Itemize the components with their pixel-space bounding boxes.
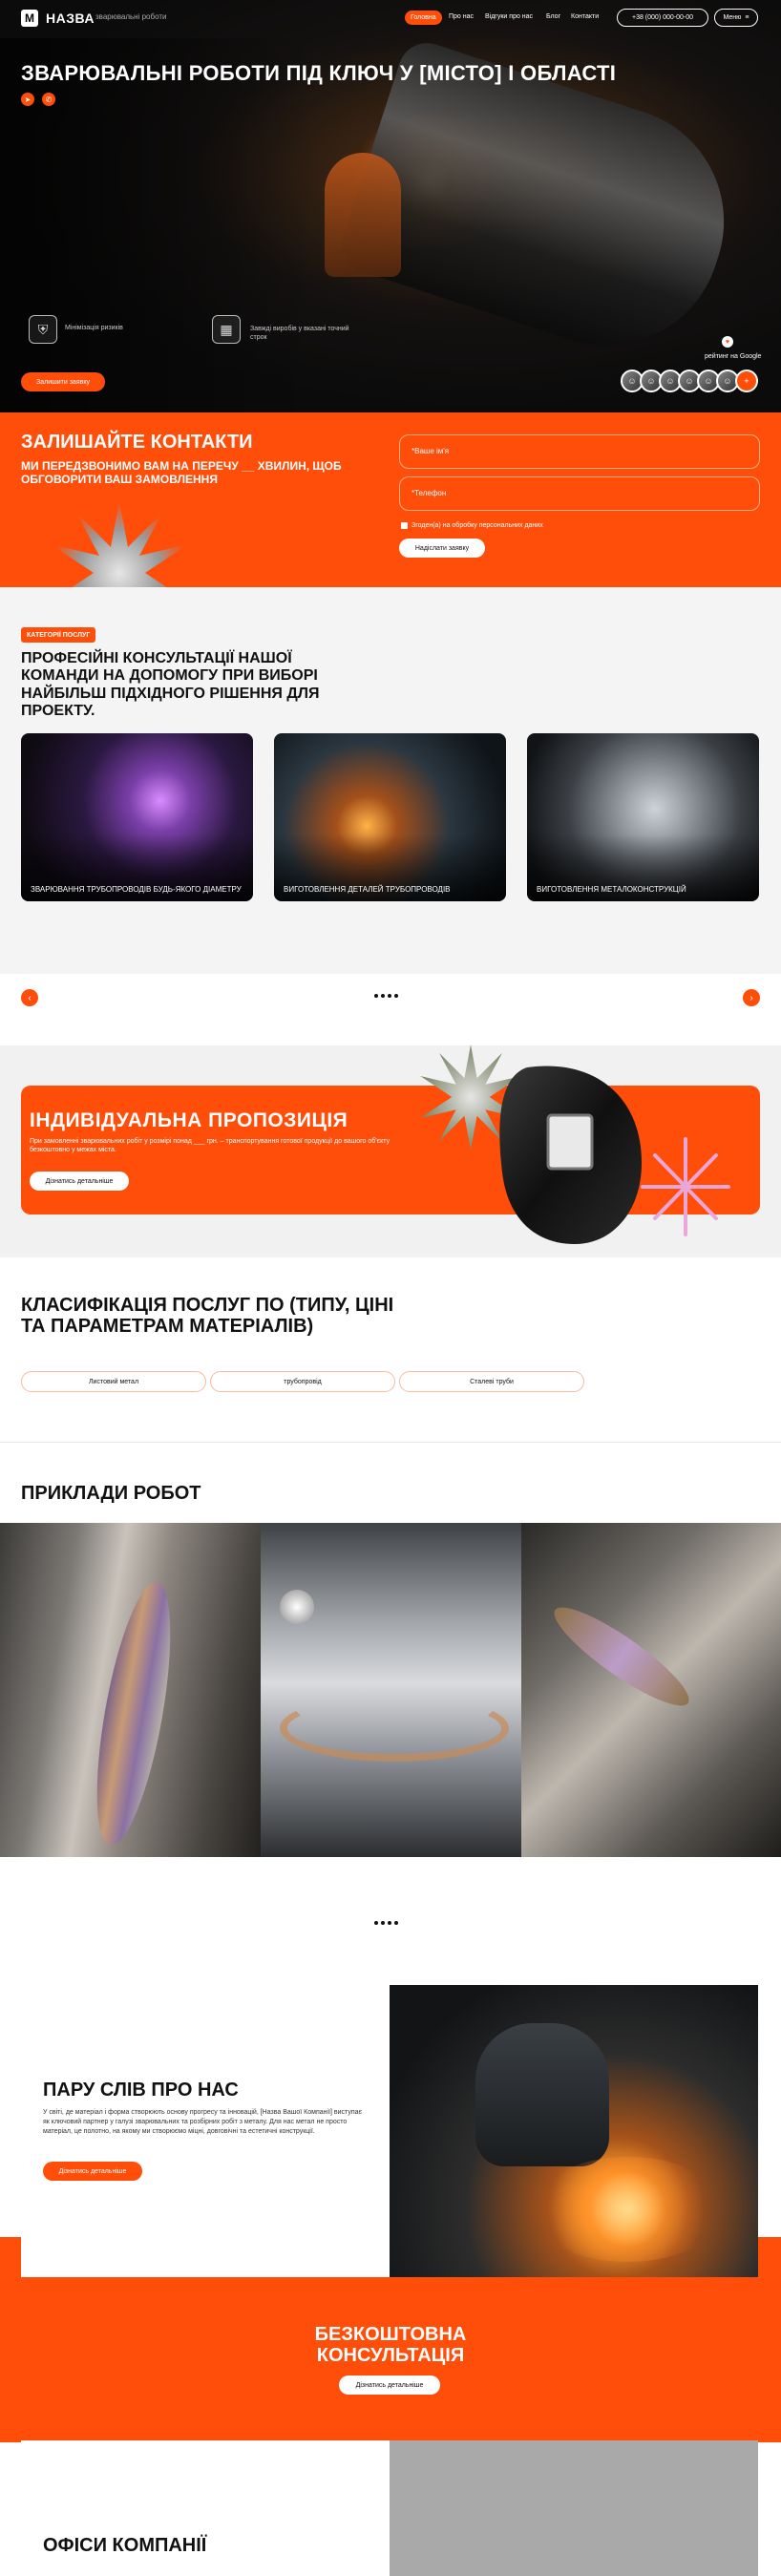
chip-pipeline[interactable]: трубопровід bbox=[210, 1371, 395, 1392]
offer-title: ІНДИВІДУАЛЬНА ПРОПОЗИЦІЯ bbox=[30, 1109, 348, 1131]
reviewer-avatars[interactable]: ☺ ☺ ☺ ☺ ☺ ☺ + bbox=[621, 370, 760, 394]
example-image[interactable] bbox=[261, 1523, 521, 1857]
category-badge: КАТЕГОРІЇ ПОСЛУГ bbox=[21, 627, 96, 643]
hero-worker-image bbox=[325, 153, 401, 277]
divider bbox=[0, 1442, 781, 1443]
phone-input[interactable]: *Телефон bbox=[399, 476, 760, 511]
whatsapp-icon[interactable]: ✆ bbox=[42, 93, 55, 106]
next-arrow-icon[interactable]: › bbox=[743, 989, 760, 1006]
carousel-dots[interactable] bbox=[374, 994, 398, 1002]
google-icon: ♥ bbox=[722, 336, 733, 348]
hero-title: ЗВАРЮВАЛЬНІ РОБОТИ ПІД КЛЮЧ У [МІСТО] І … bbox=[21, 61, 617, 85]
about-welder-image bbox=[390, 1985, 758, 2277]
consent-label: Згоден(а) на обробку персональних даних bbox=[412, 522, 543, 529]
chip-steel-pipes[interactable]: Сталеві труби bbox=[399, 1371, 584, 1392]
nav-contacts[interactable]: Контакти bbox=[571, 13, 599, 20]
example-image[interactable] bbox=[0, 1523, 261, 1857]
consult-title: БЕЗКОШТОВНА КОНСУЛЬТАЦІЯ bbox=[314, 2324, 467, 2366]
about-text: У світі, де матеріал і форма створюють о… bbox=[43, 2109, 363, 2136]
nav-about[interactable]: Про нас bbox=[449, 13, 474, 20]
nav-reviews[interactable]: Відгуки про нас bbox=[485, 13, 533, 20]
sparkle-icon bbox=[641, 1137, 730, 1236]
welding-helmet-image bbox=[499, 1066, 642, 1244]
offer-text: При замовленні зварювальних робіт у розм… bbox=[30, 1138, 390, 1154]
hero-feature-risk: Мінімізація ризиків bbox=[65, 325, 123, 331]
nav-blog[interactable]: Блог bbox=[546, 13, 560, 20]
menu-icon: ≡ bbox=[745, 14, 749, 21]
more-avatars-icon[interactable]: + bbox=[735, 370, 758, 392]
consult-details-button[interactable]: Дізнатись детальніше bbox=[339, 2375, 440, 2395]
service-card-caption: ВИГОТОВЛЕННЯ МЕТАЛОКОНСТРУКЦІЙ bbox=[537, 884, 686, 894]
phone-button[interactable]: +38 (000) 000-00-00 bbox=[617, 9, 708, 27]
hero-cta-button[interactable]: Залишити заявку bbox=[21, 372, 105, 391]
example-image[interactable] bbox=[521, 1523, 781, 1857]
service-card-pipeline-welding[interactable]: ЗВАРЮВАННЯ ТРУБОПРОВОДІВ БУДЬ-ЯКОГО ДІАМ… bbox=[21, 733, 253, 901]
submit-button[interactable]: Надіслати заявку bbox=[399, 538, 485, 558]
menu-button[interactable]: Меню ≡ bbox=[714, 9, 758, 27]
about-title: ПАРУ СЛІВ ПРО НАС bbox=[43, 2080, 239, 2101]
prev-arrow-icon[interactable]: ‹ bbox=[21, 989, 38, 1006]
offices-map[interactable] bbox=[390, 2440, 758, 2576]
consent-checkbox[interactable]: Згоден(а) на обробку персональних даних bbox=[401, 522, 543, 529]
classification-title: КЛАСИФІКАЦІЯ ПОСЛУГ ПО (ТИПУ, ЦІНІ ТА ПА… bbox=[21, 1295, 394, 1337]
contact-title: ЗАЛИШАЙТЕ КОНТАКТИ bbox=[21, 432, 253, 453]
rating-label: рейтинг на Google bbox=[705, 353, 762, 360]
hero-feature-deadline: Завжді виробів у вказані точний строк bbox=[250, 326, 349, 342]
risk-shield-icon: ⛨ bbox=[29, 315, 57, 344]
carousel-dots[interactable] bbox=[374, 1921, 398, 1929]
name-input[interactable]: *Ваше ім'я bbox=[399, 434, 760, 469]
services-title: ПРОФЕСІЙНІ КОНСУЛЬТАЦІЇ НАШОЇ КОМАНДИ НА… bbox=[21, 650, 320, 720]
offices-title: ОФІСИ КОМПАНІЇ bbox=[43, 2535, 207, 2556]
brand-name[interactable]: НАЗВА bbox=[46, 11, 95, 26]
brand-tagline: зварювальні роботи bbox=[95, 12, 167, 21]
service-card-pipeline-parts[interactable]: ВИГОТОВЛЕННЯ ДЕТАЛЕЙ ТРУБОПРОВОДІВ bbox=[274, 733, 506, 901]
checkbox-icon[interactable] bbox=[401, 522, 408, 529]
menu-label: Меню bbox=[723, 14, 742, 21]
service-card-caption: ЗВАРЮВАННЯ ТРУБОПРОВОДІВ БУДЬ-ЯКОГО ДІАМ… bbox=[31, 884, 242, 894]
about-details-button[interactable]: Дізнатись детальніше bbox=[43, 2162, 142, 2181]
nav-home[interactable]: Головна bbox=[405, 11, 442, 25]
telegram-icon[interactable]: ➤ bbox=[21, 93, 34, 106]
chip-sheet-metal[interactable]: Листовий метал bbox=[21, 1371, 206, 1392]
logo-icon[interactable]: M bbox=[21, 10, 38, 27]
calendar-icon: ▦ bbox=[212, 315, 241, 344]
offer-details-button[interactable]: Дізнатись детальніше bbox=[30, 1172, 129, 1191]
contact-subtitle: МИ ПЕРЕДЗВОНИМО ВАМ НА ПЕРЕЧУ __ ХВИЛИН,… bbox=[21, 459, 342, 486]
service-card-metal-structures[interactable]: ВИГОТОВЛЕННЯ МЕТАЛОКОНСТРУКЦІЙ bbox=[527, 733, 759, 901]
service-card-caption: ВИГОТОВЛЕННЯ ДЕТАЛЕЙ ТРУБОПРОВОДІВ bbox=[284, 884, 451, 894]
examples-title: ПРИКЛАДИ РОБОТ bbox=[21, 1483, 201, 1504]
